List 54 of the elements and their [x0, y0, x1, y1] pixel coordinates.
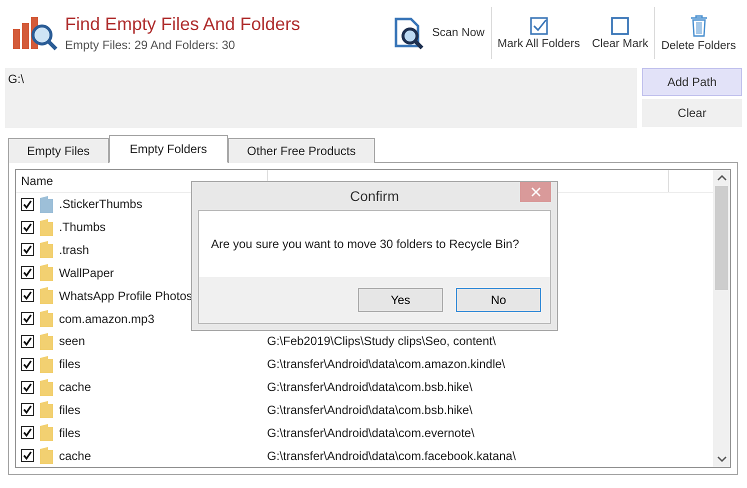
checkbox[interactable] [21, 289, 34, 302]
scrollbar[interactable] [713, 170, 730, 467]
folder-name: com.amazon.mp3 [59, 312, 154, 326]
checkbox[interactable] [21, 198, 34, 211]
checkbox[interactable] [21, 266, 34, 280]
folder-name: files [59, 426, 80, 440]
mark-toolbar-button[interactable]: Mark All Folders [492, 7, 586, 59]
folder-name: .trash [59, 242, 90, 257]
folder-path: G:\transfer\Android\data\com.facebook.katana\ [267, 448, 516, 463]
tab[interactable]: Empty Folders [108, 135, 228, 163]
trash-icon [690, 14, 708, 36]
checkbox[interactable] [21, 403, 34, 416]
empty-checkbox-icon [611, 16, 630, 34]
folder-name: seen [59, 334, 86, 348]
checkbox[interactable] [21, 243, 34, 256]
checkbox[interactable] [21, 449, 34, 462]
scroll-down-icon[interactable] [716, 454, 726, 464]
folder-name: WhatsApp Profile Photos [59, 288, 192, 303]
checkbox[interactable] [21, 312, 34, 325]
scroll-thumb[interactable] [715, 186, 728, 290]
folder-path: G:\transfer\Android\data\com.bsb.hike\ [267, 402, 472, 417]
folder-name: files [59, 357, 80, 372]
folder-path: G:\transfer\Android\data\com.evernote\ [267, 426, 474, 440]
folder-path: G:\transfer\Android\data\com.amazon.kindle\ [267, 357, 506, 372]
scan-toolbar-button[interactable]: Scan Now [386, 7, 492, 59]
folder-name: .Thumbs [59, 220, 106, 234]
folder-path: G:\Feb2019\Clips\Study clips\Seo, content\ [267, 334, 496, 348]
checkbox[interactable] [21, 334, 34, 348]
folder-name: cache [59, 448, 92, 463]
dialog-message: Are you sure you want to move 30 folders to Recycle Bin? [211, 237, 520, 251]
dialog-title: Confirm [350, 188, 399, 204]
path-button[interactable]: Clear [642, 99, 742, 127]
path-field[interactable]: G:\ [5, 68, 637, 128]
dialog-button[interactable]: Yes [358, 288, 443, 312]
close-icon [530, 187, 540, 197]
scroll-up-icon[interactable] [716, 173, 726, 183]
folder-name: WallPaper [59, 266, 114, 280]
delete-toolbar-button[interactable]: Delete Folders [655, 7, 742, 59]
app-title: Find Empty Files And Folders [65, 14, 300, 35]
folder-name: files [59, 402, 80, 417]
clear-toolbar-button[interactable]: Clear Mark [586, 7, 656, 59]
checkbox[interactable] [21, 358, 34, 371]
folder-name: cache [59, 380, 92, 394]
folder-path: G:\transfer\Android\data\com.bsb.hike\ [267, 380, 472, 394]
checkbox[interactable] [21, 426, 34, 440]
checkbox[interactable] [21, 220, 34, 234]
dialog-button[interactable]: No [456, 288, 541, 312]
tab[interactable]: Empty Files [8, 138, 109, 163]
empty-count-summary: Empty Files: 29 And Folders: 30 [65, 38, 236, 52]
checkbox[interactable] [21, 380, 34, 394]
folder-name: .StickerThumbs [59, 197, 142, 212]
checkbox-icon [530, 16, 548, 34]
tab[interactable]: Other Free Products [228, 138, 375, 163]
path-button[interactable]: Add Path [642, 68, 742, 96]
